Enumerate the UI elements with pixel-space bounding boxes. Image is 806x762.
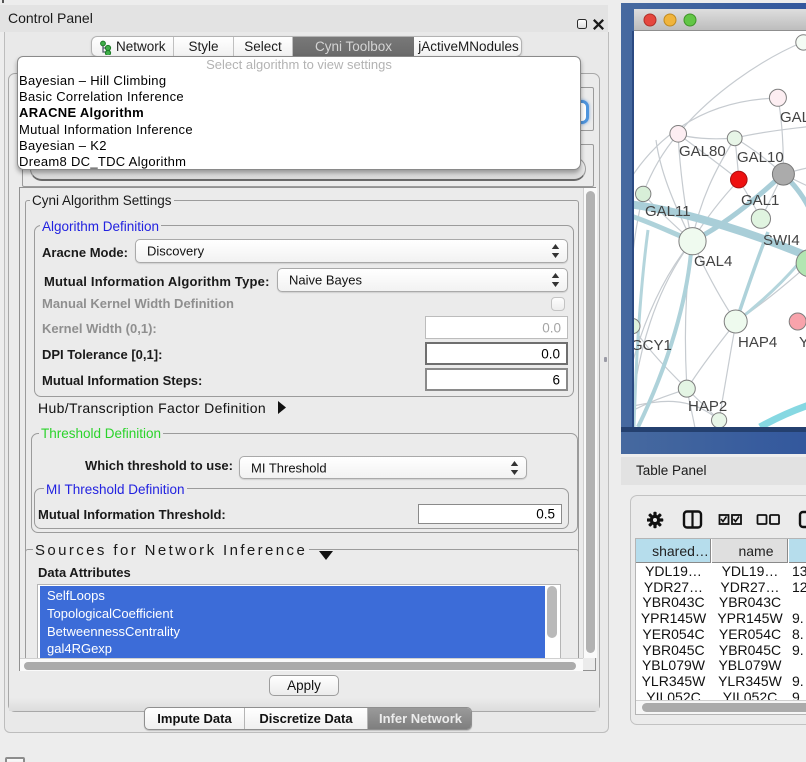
svg-text:GCY1: GCY1 (634, 337, 672, 354)
svg-text:SWI4: SWI4 (763, 232, 800, 249)
svg-text:GAL4: GAL4 (694, 253, 732, 270)
svg-text:GAL80: GAL80 (679, 143, 726, 160)
svg-text:HAP2: HAP2 (688, 398, 727, 415)
svg-text:Y: Y (799, 334, 806, 351)
svg-text:GAL1: GAL1 (741, 192, 779, 209)
svg-text:GAL11: GAL11 (645, 203, 691, 220)
svg-text:GAL: GAL (780, 109, 806, 126)
svg-text:HAP4: HAP4 (738, 334, 777, 351)
svg-text:GAL10: GAL10 (737, 149, 784, 166)
